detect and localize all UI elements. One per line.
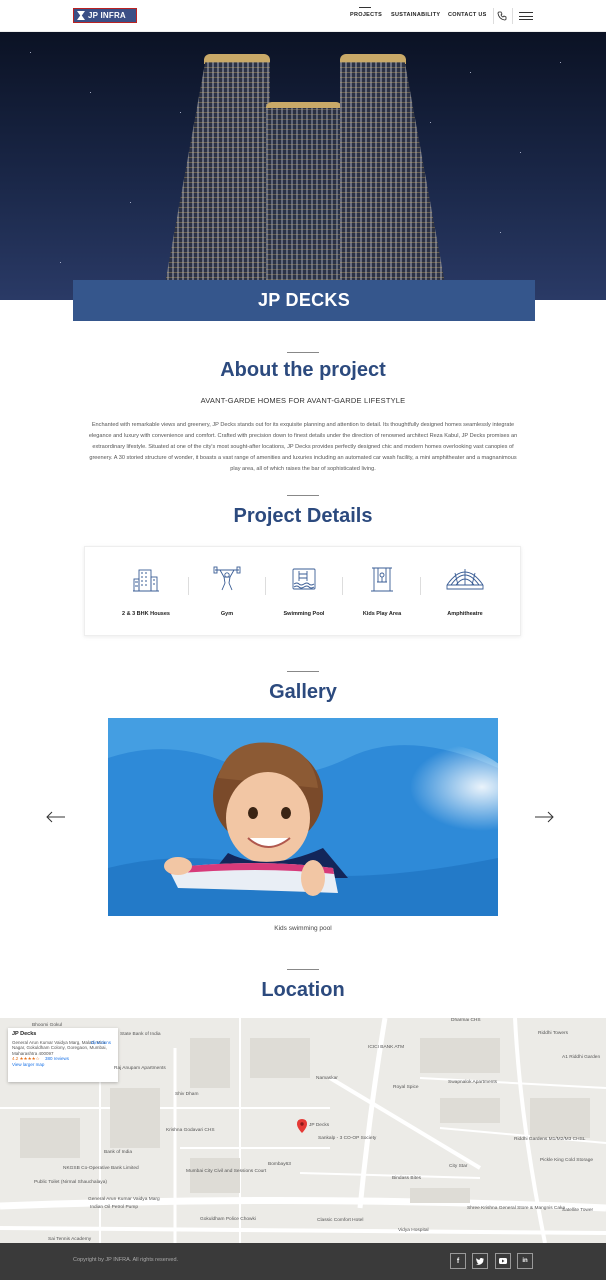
map-info-card: JP Decks General Arun Kumar Vaidya Marg,… [8,1028,118,1082]
map-place-name: JP Decks [12,1031,37,1037]
map-label: Pickle King Cold Storage [540,1158,594,1163]
map-label: Indian Oil Petrol Pump [90,1205,138,1210]
map-label: Vidya Hospital [398,1228,429,1233]
map-label: Gokuldham Police Chowki [200,1217,256,1222]
map-label: Shiv Dham [175,1092,199,1097]
weightlifter-icon [213,566,241,591]
logo[interactable]: JP INFRA [73,8,137,23]
map-label: A1 Riddhi Garden [562,1055,601,1060]
logo-text: JP INFRA [88,11,126,20]
map-rating: 4.2 ★★★★☆ [12,1056,40,1061]
facebook-icon[interactable]: f [450,1253,466,1269]
page: JP INFRA PROJECTS SUSTAINABILITY CONTACT… [0,0,606,1280]
map-directions-link[interactable]: Directions [91,1040,111,1046]
map-label: Swapnalok Apartments [448,1080,498,1085]
project-title-band: JP DECKS [73,280,535,321]
section-rule [287,495,319,496]
amphitheatre-icon [446,569,484,590]
divider [493,8,494,24]
tower-left [162,62,270,300]
map-label: Riddhi Towers [538,1031,569,1036]
map-label: Public Toilet (Nirmal Shauchalaya) [34,1180,107,1185]
map-reviews-link[interactable]: 380 reviews [45,1056,69,1061]
map-label-jp-decks: JP Decks [309,1123,330,1128]
arrow-left-icon[interactable] [46,811,66,823]
section-rule [287,969,319,970]
feature-amphitheatre: Amphitheatre [426,565,504,617]
project-title: JP DECKS [257,290,351,310]
feature-label: Amphitheatre [447,611,483,617]
kids-swimming-photo [108,718,498,916]
section-rule [287,671,319,672]
map-label: Sai Tennis Academy [48,1237,92,1242]
feature-label: Kids Play Area [362,611,402,617]
feature-houses: 2 & 3 BHK Houses [107,565,185,617]
copyright-text: Copyright by JP INFRA. All rights reserv… [73,1257,179,1263]
site-header: JP INFRA PROJECTS SUSTAINABILITY CONTACT… [0,0,606,32]
hamburger-menu-icon[interactable] [519,12,533,20]
divider [512,8,513,24]
logo-mark-icon [77,11,85,20]
about-heading: About the project [220,359,386,381]
divider [420,577,421,595]
map-larger-link[interactable]: View larger map [12,1062,44,1067]
map-label: Dharmai CHS [451,1018,481,1023]
nav-projects[interactable]: PROJECTS [350,12,382,18]
nav-active-indicator [359,7,371,8]
map-label: ICICI BANK ATM [368,1045,405,1050]
details-heading: Project Details [233,505,373,527]
hero-image [0,32,606,300]
gallery-caption: Kids swimming pool [274,925,332,932]
location-heading: Location [261,979,345,1001]
gallery-heading: Gallery [269,681,337,703]
map-label: Bombay63 [268,1162,291,1167]
nav-sustainability[interactable]: SUSTAINABILITY [391,12,440,18]
map-label: Bhoomi Gokul [32,1023,63,1028]
map-label: Mumbai City Civil and Sessions Court [186,1169,267,1174]
arrow-right-icon[interactable] [534,811,554,823]
location-pin-icon [297,1119,307,1133]
tower-right [340,62,448,300]
map-label: NKGSB Co-Operative Bank Limited [63,1166,139,1171]
youtube-icon[interactable] [495,1253,511,1269]
map-label: Krishna Godavari CHS [166,1128,215,1133]
about-body: Enchanted with remarkable views and gree… [88,422,518,472]
tower-middle [266,104,342,300]
feature-label: Swimming Pool [283,611,325,617]
map-label: Shree Krishna General Store & Mangnis Ca… [467,1206,566,1211]
nav-contact-us[interactable]: CONTACT US [448,12,487,18]
swing-icon [371,567,393,592]
map-label: City Star [449,1164,468,1169]
building-icon [133,569,159,592]
map-label: State Bank of India [120,1032,161,1037]
location-map[interactable]: JP Decks General Arun Kumar Vaidya Marg,… [0,1018,606,1243]
about-subheading: AVANT-GARDE HOMES FOR AVANT-GARDE LIFEST… [200,396,406,405]
site-footer: Copyright by JP INFRA. All rights reserv… [0,1243,606,1280]
map-label: Bindass Bites [392,1176,422,1181]
gallery-image [108,718,498,916]
features-card: 2 & 3 BHK Houses Gym Swimming Pool Kids … [84,546,521,636]
map-label: Bank of India [104,1150,133,1155]
feature-gym: Gym [188,565,266,617]
map-label: Classic Comfort Hotel [317,1218,364,1223]
section-rule [287,352,319,353]
tower-crown [266,102,342,108]
pool-icon [292,568,316,590]
twitter-icon[interactable] [472,1253,488,1269]
feature-label: Gym [220,611,234,617]
feature-pool: Swimming Pool [265,565,343,617]
map-label: Raj Anupam Apartments [114,1066,166,1071]
map-label: Riddhi Gardens M1/M2/M3 CHSL [514,1137,586,1142]
map-road-label: General Arun Kumar Vaidya Marg [88,1197,160,1202]
map-label: Namaskar [316,1076,338,1081]
map-label: Satellite Tower [562,1208,594,1213]
map-label: Sankalp - 3 CO-OP Society [318,1136,377,1141]
linkedin-icon[interactable]: in [517,1253,533,1269]
feature-kids-play: Kids Play Area [343,565,421,617]
feature-label: 2 & 3 BHK Houses [122,611,170,617]
map-label: Royal Spice [393,1085,419,1090]
phone-icon[interactable] [497,11,507,21]
